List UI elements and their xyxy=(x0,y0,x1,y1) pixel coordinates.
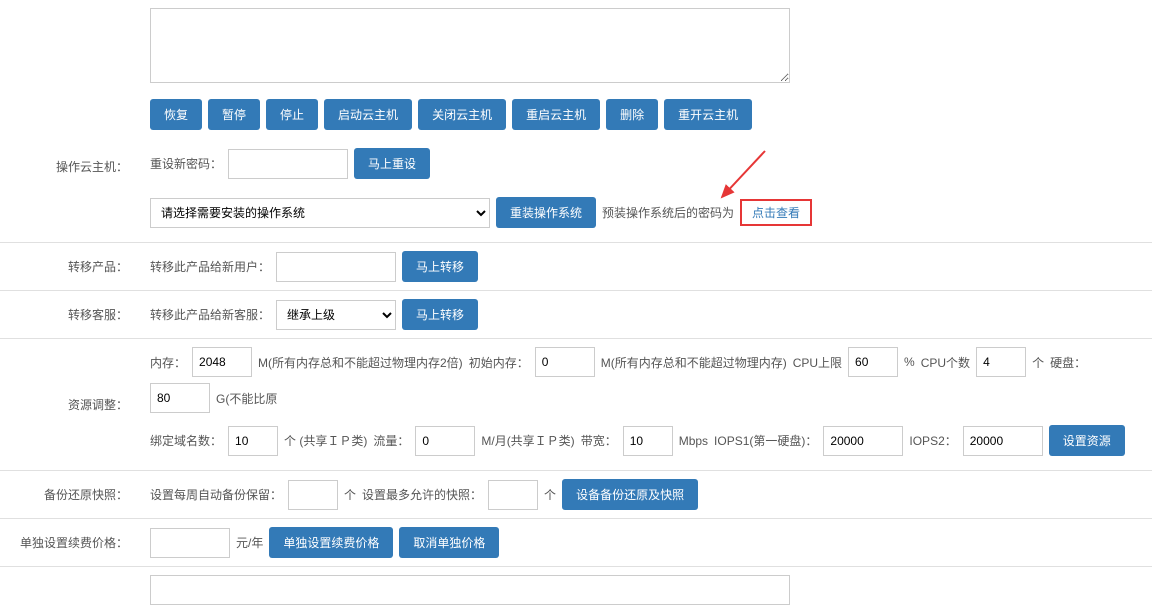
transfer-product-button[interactable]: 马上转移 xyxy=(402,251,478,282)
transfer-service-row: 转移客服： 转移此产品给新客服： 继承上级 马上转移 xyxy=(0,291,1152,339)
bandwidth-input[interactable] xyxy=(623,426,673,456)
bandwidth-unit: Mbps xyxy=(679,434,708,448)
traffic-label: 流量： xyxy=(373,432,409,449)
reset-pwd-input[interactable] xyxy=(228,149,348,179)
reinstall-button[interactable]: 重装操作系统 xyxy=(496,197,596,228)
backup-max-unit: 个 xyxy=(544,486,556,503)
set-resources-button[interactable]: 设置资源 xyxy=(1049,425,1125,456)
resources-label: 资源调整： xyxy=(0,396,140,413)
cpu-count-unit: 个 xyxy=(1032,354,1044,371)
operate-host-row: 操作云主机： 恢复 暂停 停止 启动云主机 关闭云主机 重启云主机 删除 重开云… xyxy=(0,91,1152,243)
bottom-input[interactable] xyxy=(150,575,790,605)
reboot-button[interactable]: 重启云主机 xyxy=(512,99,600,130)
start-button[interactable]: 启动云主机 xyxy=(324,99,412,130)
bottom-row xyxy=(0,567,1152,613)
transfer-product-input[interactable] xyxy=(276,252,396,282)
disk-note: G(不能比原 xyxy=(216,390,277,407)
iops2-input[interactable] xyxy=(963,426,1043,456)
mem-note: M(所有内存总和不能超过物理内存2倍) xyxy=(258,354,463,371)
renew-unit: 元/年 xyxy=(236,534,263,551)
transfer-product-label: 转移产品： xyxy=(0,258,140,275)
traffic-input[interactable] xyxy=(415,426,475,456)
renew-input[interactable] xyxy=(150,528,230,558)
cpu-limit-input[interactable] xyxy=(848,347,898,377)
recover-button[interactable]: 恢复 xyxy=(150,99,202,130)
backup-max-input[interactable] xyxy=(488,480,538,510)
cpu-count-label: CPU个数 xyxy=(921,354,970,371)
transfer-service-label: 转移客服： xyxy=(0,306,140,323)
mem-label: 内存： xyxy=(150,354,186,371)
reopen-button[interactable]: 重开云主机 xyxy=(664,99,752,130)
backup-max-label: 设置最多允许的快照： xyxy=(362,486,482,503)
backup-row: 备份还原快照： 设置每周自动备份保留： 个 设置最多允许的快照： 个 设备备份还… xyxy=(0,471,1152,519)
disk-input[interactable] xyxy=(150,383,210,413)
iops2-label: IOPS2： xyxy=(909,432,956,449)
cpu-limit-unit: % xyxy=(904,355,915,369)
os-select[interactable]: 请选择需要安装的操作系统 xyxy=(150,198,490,228)
mem-input[interactable] xyxy=(192,347,252,377)
cpu-limit-label: CPU上限 xyxy=(793,354,842,371)
click-view-link[interactable]: 点击查看 xyxy=(752,206,800,220)
click-view-box: 点击查看 xyxy=(740,199,812,226)
transfer-product-row: 转移产品： 转移此产品给新用户： 马上转移 xyxy=(0,243,1152,291)
stop-button[interactable]: 停止 xyxy=(266,99,318,130)
pause-button[interactable]: 暂停 xyxy=(208,99,260,130)
renew-row: 单独设置续费价格： 元/年 单独设置续费价格 取消单独价格 xyxy=(0,519,1152,567)
bind-domain-label: 绑定域名数： xyxy=(150,432,222,449)
backup-weekly-input[interactable] xyxy=(288,480,338,510)
backup-weekly-unit: 个 xyxy=(344,486,356,503)
iops1-label: IOPS1(第一硬盘)： xyxy=(714,432,817,449)
cpu-count-input[interactable] xyxy=(976,347,1026,377)
renew-set-button[interactable]: 单独设置续费价格 xyxy=(269,527,393,558)
resources-row: 资源调整： 内存： M(所有内存总和不能超过物理内存2倍) 初始内存： M(所有… xyxy=(0,339,1152,471)
delete-button[interactable]: 删除 xyxy=(606,99,658,130)
renew-label: 单独设置续费价格： xyxy=(0,534,140,551)
transfer-service-button[interactable]: 马上转移 xyxy=(402,299,478,330)
init-mem-input[interactable] xyxy=(535,347,595,377)
init-mem-note: M(所有内存总和不能超过物理内存) xyxy=(601,354,787,371)
bind-domain-unit: 个 (共享ＩＰ类) xyxy=(284,432,367,449)
backup-button[interactable]: 设备备份还原及快照 xyxy=(562,479,698,510)
backup-label: 备份还原快照： xyxy=(0,486,140,503)
init-mem-label: 初始内存： xyxy=(469,354,529,371)
bandwidth-label: 带宽： xyxy=(581,432,617,449)
traffic-unit: M/月(共享ＩＰ类) xyxy=(481,432,574,449)
shutdown-button[interactable]: 关闭云主机 xyxy=(418,99,506,130)
operate-host-label: 操作云主机： xyxy=(0,158,140,175)
preinstall-text: 预装操作系统后的密码为 xyxy=(602,204,734,221)
iops1-input[interactable] xyxy=(823,426,903,456)
reset-pwd-label: 重设新密码： xyxy=(150,155,222,172)
notes-row xyxy=(0,0,1152,91)
reset-now-button[interactable]: 马上重设 xyxy=(354,148,430,179)
disk-label: 硬盘： xyxy=(1050,354,1086,371)
backup-weekly-label: 设置每周自动备份保留： xyxy=(150,486,282,503)
notes-textarea[interactable] xyxy=(150,8,790,83)
renew-cancel-button[interactable]: 取消单独价格 xyxy=(399,527,499,558)
transfer-service-select[interactable]: 继承上级 xyxy=(276,300,396,330)
bind-domain-input[interactable] xyxy=(228,426,278,456)
transfer-service-sublabel: 转移此产品给新客服： xyxy=(150,306,270,323)
arrow-icon xyxy=(710,149,770,204)
transfer-product-sublabel: 转移此产品给新用户： xyxy=(150,258,270,275)
